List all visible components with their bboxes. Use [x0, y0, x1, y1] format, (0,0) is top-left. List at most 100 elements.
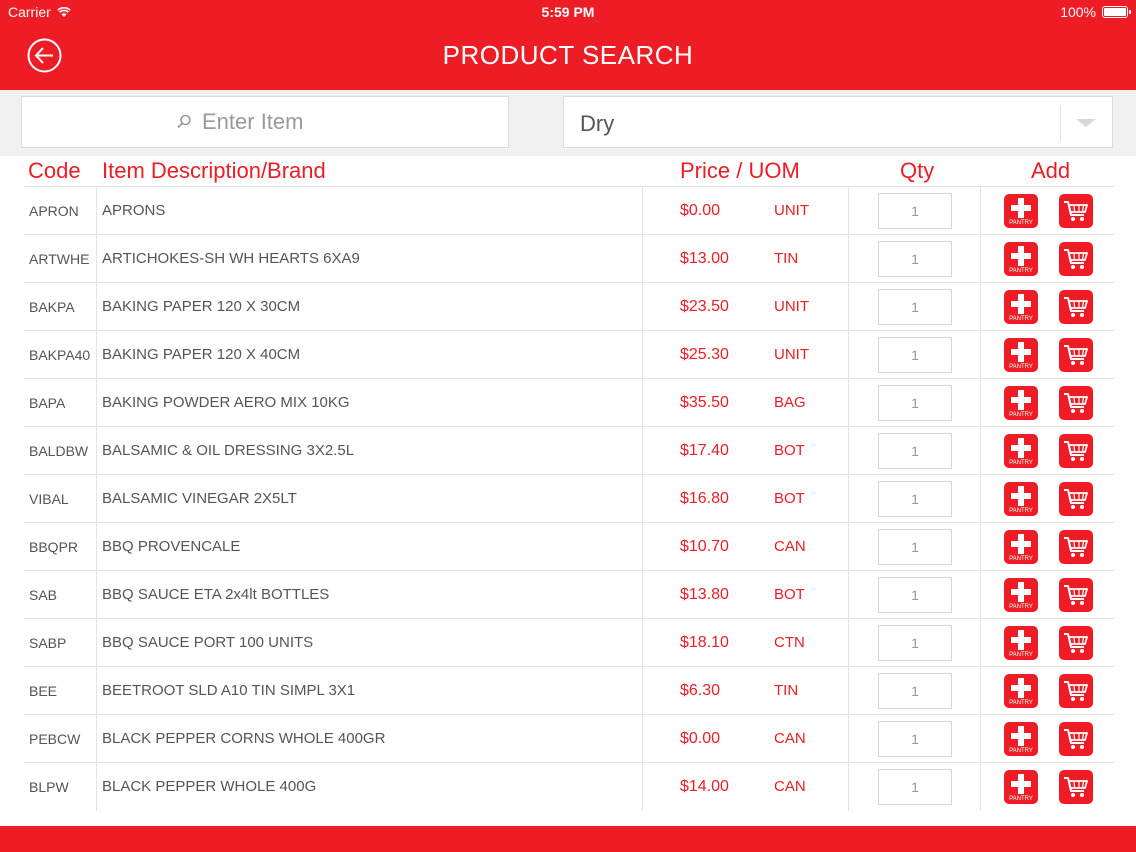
- column-divider: [642, 235, 643, 283]
- add-to-cart-button[interactable]: [1059, 674, 1093, 708]
- add-to-cart-button[interactable]: [1059, 626, 1093, 660]
- item-code: VIBAL: [29, 491, 69, 507]
- add-to-cart-button[interactable]: [1059, 290, 1093, 324]
- column-divider: [96, 187, 97, 235]
- plus-icon-bar: [1011, 493, 1031, 499]
- add-to-pantry-button[interactable]: PANTRY: [1004, 482, 1038, 516]
- column-divider: [848, 379, 849, 427]
- table-row: BAKPA BAKING PAPER 120 X 30CM $23.50 UNI…: [24, 282, 1114, 331]
- quantity-input[interactable]: 1: [878, 577, 952, 613]
- pantry-label: PANTRY: [1009, 700, 1033, 706]
- column-divider: [642, 619, 643, 667]
- add-to-cart-button[interactable]: [1059, 194, 1093, 228]
- table-row: BLPW BLACK PEPPER WHOLE 400G $14.00 CAN …: [24, 762, 1114, 811]
- add-to-pantry-button[interactable]: PANTRY: [1004, 770, 1038, 804]
- column-divider: [642, 667, 643, 715]
- quantity-input[interactable]: 1: [878, 481, 952, 517]
- item-uom: CAN: [774, 538, 806, 555]
- item-code: APRON: [29, 203, 79, 219]
- add-to-cart-button[interactable]: [1059, 386, 1093, 420]
- pantry-label: PANTRY: [1009, 412, 1033, 418]
- add-to-pantry-button[interactable]: PANTRY: [1004, 530, 1038, 564]
- table-header: Code Item Description/Brand Price / UOM …: [0, 158, 1136, 186]
- table-row: APRON APRONS $0.00 UNIT 1 PANTRY: [24, 186, 1114, 235]
- quantity-input[interactable]: 1: [878, 193, 952, 229]
- item-price: $14.00: [680, 778, 729, 795]
- quantity-input[interactable]: 1: [878, 625, 952, 661]
- column-divider: [642, 427, 643, 475]
- column-divider: [642, 475, 643, 523]
- add-to-pantry-button[interactable]: PANTRY: [1004, 386, 1038, 420]
- column-divider: [642, 715, 643, 763]
- quantity-input[interactable]: 1: [878, 385, 952, 421]
- item-code: BLPW: [29, 779, 69, 795]
- add-to-pantry-button[interactable]: PANTRY: [1004, 626, 1038, 660]
- item-description: BALSAMIC & OIL DRESSING 3X2.5L: [102, 442, 355, 459]
- column-divider: [642, 379, 643, 427]
- quantity-input[interactable]: 1: [878, 337, 952, 373]
- column-divider: [96, 571, 97, 619]
- shopping-cart-icon: [1064, 489, 1088, 509]
- quantity-input[interactable]: 1: [878, 673, 952, 709]
- add-to-pantry-button[interactable]: PANTRY: [1004, 722, 1038, 756]
- pantry-label: PANTRY: [1009, 268, 1033, 274]
- item-code: PEBCW: [29, 731, 81, 747]
- add-to-cart-button[interactable]: [1059, 530, 1093, 564]
- item-uom: BAG: [774, 394, 806, 411]
- plus-icon-bar: [1011, 445, 1031, 451]
- item-code: BAKPA40: [29, 347, 91, 363]
- quantity-input[interactable]: 1: [878, 529, 952, 565]
- shopping-cart-icon: [1064, 681, 1088, 701]
- column-divider: [96, 763, 97, 811]
- column-divider: [642, 523, 643, 571]
- column-divider: [848, 331, 849, 379]
- shopping-cart-icon: [1064, 537, 1088, 557]
- add-to-pantry-button[interactable]: PANTRY: [1004, 578, 1038, 612]
- quantity-input[interactable]: 1: [878, 241, 952, 277]
- item-uom: UNIT: [774, 298, 809, 315]
- search-field[interactable]: [21, 96, 509, 148]
- column-divider: [848, 235, 849, 283]
- item-uom: BOT: [774, 490, 805, 507]
- quantity-input[interactable]: 1: [878, 289, 952, 325]
- quantity-input[interactable]: 1: [878, 433, 952, 469]
- add-to-cart-button[interactable]: [1059, 578, 1093, 612]
- add-to-pantry-button[interactable]: PANTRY: [1004, 290, 1038, 324]
- table-row: SAB BBQ SAUCE ETA 2x4lt BOTTLES $13.80 B…: [24, 570, 1114, 619]
- pantry-label: PANTRY: [1009, 556, 1033, 562]
- shopping-cart-icon: [1064, 729, 1088, 749]
- add-to-pantry-button[interactable]: PANTRY: [1004, 434, 1038, 468]
- add-to-pantry-button[interactable]: PANTRY: [1004, 674, 1038, 708]
- table-row: BEE BEETROOT SLD A10 TIN SIMPL 3X1 $6.30…: [24, 666, 1114, 715]
- column-divider: [848, 619, 849, 667]
- item-uom: CAN: [774, 730, 806, 747]
- quantity-input[interactable]: 1: [878, 721, 952, 757]
- quantity-input[interactable]: 1: [878, 769, 952, 805]
- item-uom: BOT: [774, 442, 805, 459]
- shopping-cart-icon: [1064, 585, 1088, 605]
- category-select[interactable]: Dry: [563, 96, 1113, 148]
- table-row: BAPA BAKING POWDER AERO MIX 10KG $35.50 …: [24, 378, 1114, 427]
- add-to-cart-button[interactable]: [1059, 482, 1093, 516]
- add-to-cart-button[interactable]: [1059, 338, 1093, 372]
- column-divider: [96, 283, 97, 331]
- add-to-pantry-button[interactable]: PANTRY: [1004, 194, 1038, 228]
- column-description: Item Description/Brand: [102, 158, 326, 183]
- column-divider: [642, 187, 643, 235]
- search-input[interactable]: [200, 108, 354, 136]
- add-to-cart-button[interactable]: [1059, 434, 1093, 468]
- plus-icon-bar: [1011, 637, 1031, 643]
- item-uom: UNIT: [774, 346, 809, 363]
- item-description: ARTICHOKES-SH WH HEARTS 6XA9: [102, 250, 360, 267]
- add-to-pantry-button[interactable]: PANTRY: [1004, 242, 1038, 276]
- battery-icon: [1102, 6, 1131, 18]
- add-to-cart-button[interactable]: [1059, 242, 1093, 276]
- item-uom: TIN: [774, 682, 799, 699]
- item-uom: CTN: [774, 634, 805, 651]
- add-to-cart-button[interactable]: [1059, 722, 1093, 756]
- add-to-pantry-button[interactable]: PANTRY: [1004, 338, 1038, 372]
- add-to-cart-button[interactable]: [1059, 770, 1093, 804]
- item-price: $18.10: [680, 634, 729, 651]
- item-price: $17.40: [680, 442, 729, 459]
- table-row: SABP BBQ SAUCE PORT 100 UNITS $18.10 CTN…: [24, 618, 1114, 667]
